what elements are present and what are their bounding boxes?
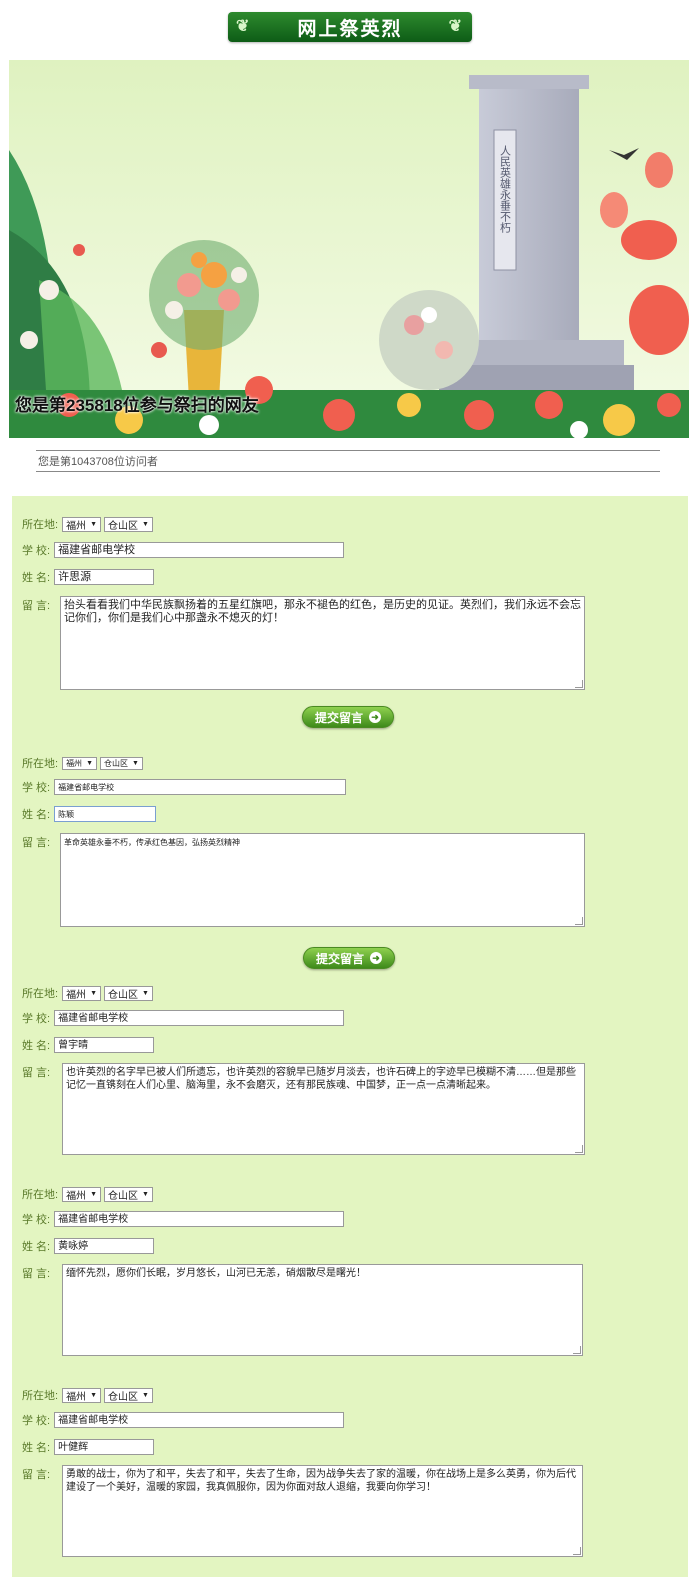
school-label: 学 校:: [22, 545, 51, 557]
city-select[interactable]: 福州 ▼: [62, 1186, 101, 1202]
resize-grip-icon: [575, 1145, 583, 1153]
location-label: 所在地:: [22, 988, 59, 1000]
school-input[interactable]: 福建省邮电学校: [54, 1211, 345, 1227]
district-select[interactable]: 仓山区 ▼: [104, 1186, 153, 1202]
hero-banner-image: 人民英雄永垂不朽 您是第235818位参与祭扫的网友: [9, 60, 689, 438]
arrow-right-icon: ➜: [370, 952, 382, 964]
dropdown-arrow-icon: ▼: [90, 1391, 97, 1399]
dropdown-arrow-icon: ▼: [90, 989, 97, 997]
title-bar: ❦ 网上祭英烈 ❦: [0, 0, 700, 54]
district-select[interactable]: 仓山区 ▼: [104, 516, 153, 532]
school-label: 学 校:: [22, 1013, 51, 1025]
district-select[interactable]: 仓山区 ▼: [104, 985, 153, 1001]
city-select[interactable]: 福州 ▼: [62, 985, 101, 1001]
city-select[interactable]: 福州 ▼: [62, 1387, 101, 1403]
dropdown-arrow-icon: ▼: [142, 1190, 149, 1198]
submit-message-button[interactable]: 提交留言 ➜: [303, 947, 395, 969]
message-textarea[interactable]: 也许英烈的名字早已被人们所遗忘，也许英烈的容貌早已随岁月淡去，也许石碑上的字迹早…: [62, 1063, 585, 1155]
submit-message-button[interactable]: 提交留言 ➜: [302, 706, 394, 728]
arrow-right-icon: ➜: [369, 711, 381, 723]
school-label: 学 校:: [22, 782, 51, 794]
school-input[interactable]: 福建省邮电学校: [54, 1412, 345, 1428]
visitor-counter: 您是第1043708位访问者: [36, 450, 660, 472]
dropdown-arrow-icon: ▼: [132, 759, 139, 767]
name-input[interactable]: 黄咏婷: [54, 1238, 155, 1254]
message-label: 留 言:: [22, 837, 51, 849]
name-input[interactable]: 曾宇晴: [54, 1037, 155, 1053]
name-input[interactable]: 陈颖: [54, 806, 157, 822]
dropdown-arrow-icon: ▼: [86, 759, 93, 767]
dropdown-arrow-icon: ▼: [90, 1190, 97, 1198]
school-label: 学 校:: [22, 1415, 51, 1427]
leaf-ornament-icon: ❦: [236, 16, 252, 35]
participant-count-caption: 您是第235818位参与祭扫的网友: [15, 396, 259, 415]
name-label: 姓 名:: [22, 1241, 51, 1253]
city-select[interactable]: 福州 ▼: [62, 756, 97, 770]
location-label: 所在地:: [22, 519, 59, 531]
dropdown-arrow-icon: ▼: [142, 989, 149, 997]
school-label: 学 校:: [22, 1214, 51, 1226]
school-input[interactable]: 福建省邮电学校: [54, 542, 345, 558]
memorial-illustration: 人民英雄永垂不朽: [9, 60, 689, 438]
name-label: 姓 名:: [22, 572, 51, 584]
svg-text:人民英雄永垂不朽: 人民英雄永垂不朽: [499, 145, 512, 233]
name-label: 姓 名:: [22, 1040, 51, 1052]
message-label: 留 言:: [22, 1067, 51, 1079]
message-forms-area: 所在地: 福州 ▼ 仓山区 ▼ 学 校: 福建省邮电学校 姓 名: 许思源 留 言:…: [12, 496, 688, 1577]
resize-grip-icon: [575, 680, 583, 688]
name-input[interactable]: 叶健辉: [54, 1439, 155, 1455]
message-textarea[interactable]: 抬头看看我们中华民族飘扬着的五星红旗吧，那永不褪色的红色，是历史的见证。英烈们，…: [60, 596, 585, 690]
leaf-ornament-icon: ❦: [448, 16, 464, 35]
location-label: 所在地:: [22, 758, 59, 770]
school-input[interactable]: 福建省邮电学校: [54, 1010, 345, 1026]
district-select[interactable]: 仓山区 ▼: [100, 756, 143, 770]
message-label: 留 言:: [22, 600, 51, 612]
resize-grip-icon: [573, 1346, 581, 1354]
dropdown-arrow-icon: ▼: [142, 520, 149, 528]
name-input[interactable]: 许思源: [54, 569, 155, 585]
dropdown-arrow-icon: ▼: [142, 1391, 149, 1399]
district-select[interactable]: 仓山区 ▼: [104, 1387, 153, 1403]
resize-grip-icon: [573, 1547, 581, 1555]
location-label: 所在地:: [22, 1189, 59, 1201]
message-label: 留 言:: [22, 1268, 51, 1280]
message-textarea[interactable]: 革命英雄永垂不朽，传承红色基因，弘扬英烈精神: [60, 833, 585, 927]
page-title-banner: ❦ 网上祭英烈 ❦: [228, 12, 472, 42]
dropdown-arrow-icon: ▼: [90, 520, 97, 528]
page-title: 网上祭英烈: [297, 17, 403, 40]
school-input[interactable]: 福建省邮电学校: [54, 779, 347, 795]
resize-grip-icon: [575, 917, 583, 925]
message-label: 留 言:: [22, 1469, 51, 1481]
message-textarea[interactable]: 勇敢的战士，你为了和平，失去了和平，失去了生命，因为战争失去了家的温暖，你在战场…: [62, 1465, 583, 1557]
location-label: 所在地:: [22, 1390, 59, 1402]
city-select[interactable]: 福州 ▼: [62, 516, 101, 532]
name-label: 姓 名:: [22, 809, 51, 821]
message-textarea[interactable]: 缅怀先烈，愿你们长眠，岁月悠长，山河已无恙，硝烟散尽是曙光！: [62, 1264, 583, 1356]
name-label: 姓 名:: [22, 1442, 51, 1454]
